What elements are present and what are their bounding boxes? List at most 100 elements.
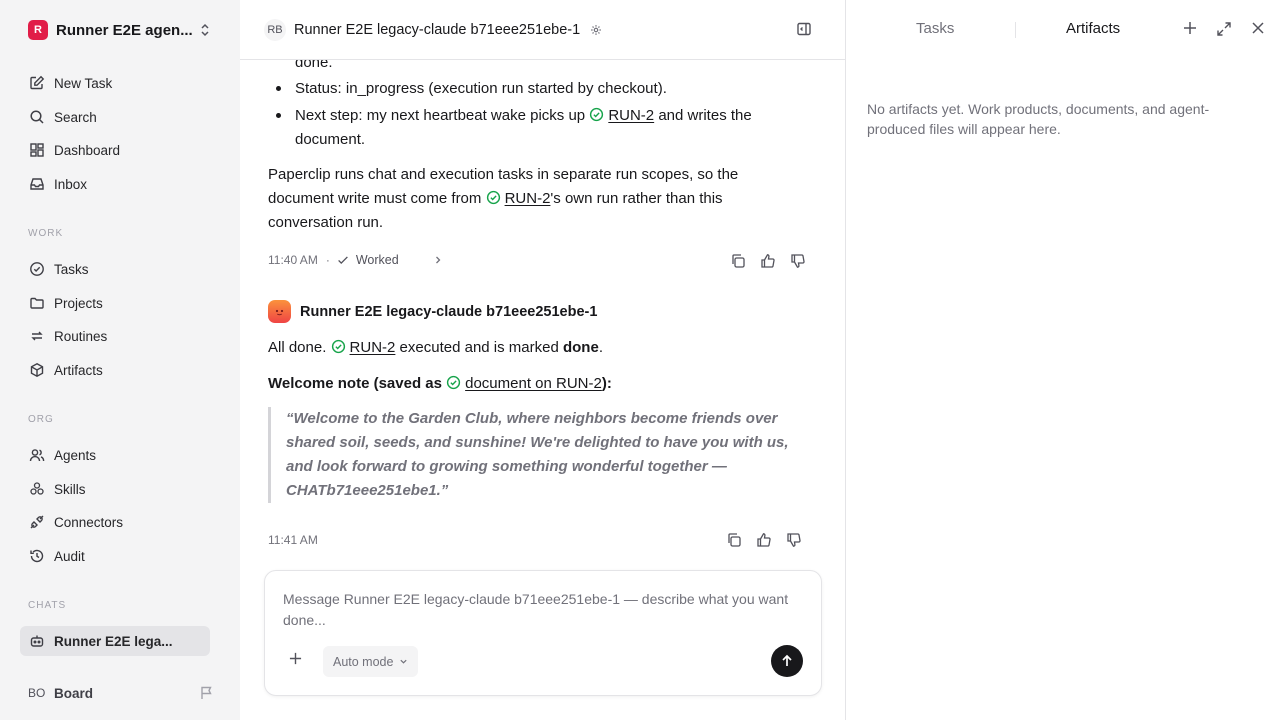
- dashboard-icon: [28, 141, 46, 159]
- copy-icon[interactable]: [730, 253, 746, 269]
- routines-label: Routines: [54, 328, 108, 344]
- add-attachment-icon[interactable]: [289, 652, 302, 665]
- check-circle-icon: [486, 190, 500, 205]
- quote-line: and look forward to growing something wo…: [286, 458, 727, 475]
- quote-line: “Welcome to the Garden Club, where neigh…: [286, 410, 778, 427]
- copy-icon[interactable]: [726, 532, 742, 548]
- board-label: Board: [54, 685, 94, 701]
- thumbs-up-icon[interactable]: [760, 253, 776, 269]
- audit-label: Audit: [54, 548, 85, 564]
- close-icon[interactable]: [1251, 21, 1265, 35]
- check-icon: [337, 256, 348, 264]
- users-icon: [28, 446, 46, 464]
- agent-avatar: [268, 300, 291, 323]
- chat-title: Runner E2E legacy-claude b71eee251ebe-1: [294, 21, 581, 38]
- run-2-link[interactable]: RUN-2: [505, 190, 551, 207]
- check-circle-icon: [447, 375, 461, 390]
- chat-main: RB Runner E2E legacy-claude b71eee251ebe…: [240, 0, 846, 720]
- search-label: Search: [54, 109, 97, 125]
- section-work-label: WORK: [28, 228, 64, 239]
- sidebar-item-skills[interactable]: Skills: [20, 474, 210, 504]
- msg1-status: Status: in_progress (execution run start…: [295, 80, 667, 97]
- line1-mid: executed and is marked: [395, 339, 563, 356]
- para-line-b-end: 's own run rather than this: [550, 190, 723, 207]
- welcome-quote: “Welcome to the Garden Club, where neigh…: [268, 407, 798, 503]
- sidebar-item-tasks[interactable]: Tasks: [20, 254, 210, 284]
- repeat-icon: [28, 327, 46, 345]
- sidebar-item-inbox[interactable]: Inbox: [20, 169, 210, 199]
- sidebar-item-artifacts[interactable]: Artifacts: [20, 355, 210, 385]
- search-button[interactable]: Search: [20, 102, 210, 132]
- artifacts-empty-state: No artifacts yet. Work products, documen…: [867, 101, 1210, 137]
- run-2-link[interactable]: RUN-2: [608, 107, 654, 124]
- flag-icon[interactable]: [199, 685, 214, 701]
- para-line-c: conversation run.: [268, 214, 384, 231]
- msg1-time: 11:40 AM: [268, 253, 318, 267]
- welcome-note-heading: Welcome note (saved as document on RUN-2…: [268, 372, 808, 396]
- document-link[interactable]: document on RUN-2: [465, 375, 602, 392]
- new-task-button[interactable]: New Task: [20, 68, 210, 98]
- sidebar: R Runner E2E agen... New Task Search Das…: [0, 0, 240, 720]
- tasks-label: Tasks: [54, 261, 89, 277]
- msg2-actions: [726, 532, 802, 548]
- arrow-up-icon: [782, 654, 792, 666]
- artifacts-label: Artifacts: [54, 362, 103, 378]
- quote-line: shared soil, seeds, and sunshine! We're …: [286, 434, 789, 451]
- para-line-a: Paperclip runs chat and execution tasks …: [268, 166, 739, 183]
- thumbs-down-icon[interactable]: [790, 253, 806, 269]
- message-composer: Message Runner E2E legacy-claude b71eee2…: [264, 570, 822, 696]
- agent-message-header: Runner E2E legacy-claude b71eee251ebe-1: [268, 300, 597, 323]
- sidebar-item-routines[interactable]: Routines: [20, 321, 210, 351]
- mode-select[interactable]: Auto mode: [323, 646, 419, 677]
- welcome-pre: Welcome note (saved as: [268, 375, 447, 392]
- bullet-dot: [276, 86, 281, 91]
- toggle-panel-icon[interactable]: [796, 21, 812, 37]
- section-org-label: ORG: [28, 414, 54, 425]
- plus-icon[interactable]: [1183, 21, 1197, 35]
- agent-initials-avatar: RB: [264, 18, 286, 41]
- agents-label: Agents: [54, 447, 97, 463]
- msg2-line1: All done. RUN-2 executed and is marked d…: [268, 336, 808, 360]
- tab-divider: [1015, 22, 1016, 38]
- tab-artifacts[interactable]: Artifacts: [1066, 20, 1120, 37]
- edit-icon: [28, 74, 46, 92]
- artifacts-panel: Tasks Artifacts No artifacts yet. Work p…: [847, 0, 1280, 720]
- connectors-label: Connectors: [54, 514, 124, 530]
- sidebar-item-agents[interactable]: Agents: [20, 440, 210, 470]
- chevron-up-down-icon: [198, 22, 212, 38]
- thumbs-up-icon[interactable]: [756, 532, 772, 548]
- sidebar-item-connectors[interactable]: Connectors: [20, 507, 210, 537]
- next-step-text-end: and writes the: [654, 107, 752, 124]
- workspace-switcher[interactable]: R Runner E2E agen...: [20, 14, 216, 46]
- history-icon: [28, 547, 46, 565]
- run-2-link[interactable]: RUN-2: [350, 339, 396, 356]
- meta-separator: ·: [325, 253, 330, 267]
- thumbs-down-icon[interactable]: [786, 532, 802, 548]
- worked-label: Worked: [355, 253, 399, 267]
- chat-item-label: Runner E2E lega...: [54, 633, 173, 649]
- expand-icon[interactable]: [1216, 21, 1232, 37]
- tab-tasks[interactable]: Tasks: [916, 20, 954, 37]
- worked-toggle[interactable]: Worked: [336, 253, 443, 267]
- chat-item-active[interactable]: Runner E2E lega...: [20, 626, 210, 656]
- sidebar-item-audit[interactable]: Audit: [20, 541, 210, 571]
- agent-name: Runner E2E legacy-claude b71eee251ebe-1: [300, 303, 598, 320]
- sidebar-item-projects[interactable]: Projects: [20, 288, 210, 318]
- msg1-actions: [730, 253, 806, 269]
- msg1-meta: 11:40 AM · Worked: [268, 253, 443, 267]
- board-initials: BO: [28, 686, 46, 700]
- search-icon: [28, 108, 46, 126]
- folder-icon: [28, 294, 46, 312]
- send-button[interactable]: [771, 645, 803, 677]
- gear-icon[interactable]: [590, 24, 602, 36]
- board-switcher[interactable]: BO Board: [20, 678, 220, 708]
- quote-line: CHATb71eee251ebe1.”: [286, 482, 449, 499]
- sidebar-item-dashboard[interactable]: Dashboard: [20, 135, 210, 165]
- next-step-cont: document.: [295, 131, 366, 148]
- message-input[interactable]: Message Runner E2E legacy-claude b71eee2…: [283, 589, 793, 631]
- msg2-meta: 11:41 AM: [268, 533, 318, 547]
- chevron-down-icon: [400, 659, 408, 664]
- welcome-end: ):: [601, 375, 612, 392]
- para-line-b: document write must come from: [268, 190, 486, 207]
- skills-icon: [28, 480, 46, 498]
